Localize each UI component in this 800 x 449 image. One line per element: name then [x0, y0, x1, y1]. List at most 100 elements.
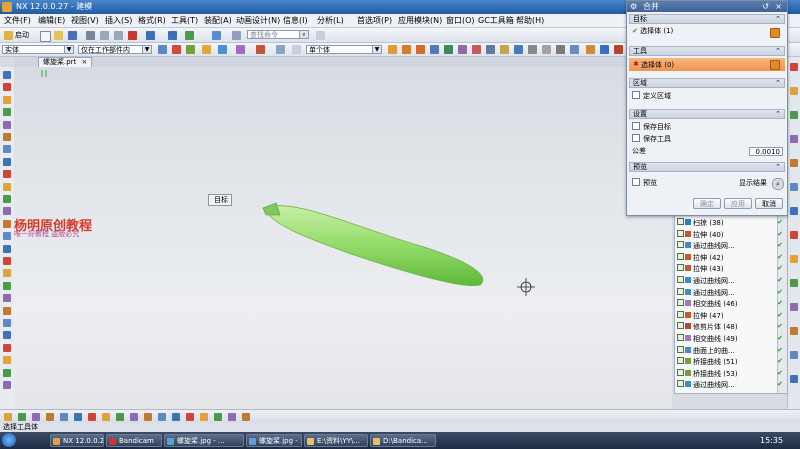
- tangent-icon[interactable]: [556, 45, 565, 54]
- left-tool-icon[interactable]: [3, 157, 11, 166]
- visibility-checkbox[interactable]: [677, 287, 684, 295]
- menu-view[interactable]: 视图(V): [71, 15, 99, 26]
- task-bandicam[interactable]: Bandicam: [106, 434, 162, 447]
- show-result-label[interactable]: 显示结果: [739, 178, 767, 188]
- navigator-tab-icon[interactable]: [790, 135, 798, 143]
- visibility-checkbox[interactable]: [677, 276, 684, 283]
- intersection-icon[interactable]: [444, 45, 453, 54]
- left-tool-icon[interactable]: [3, 120, 11, 129]
- bounded-grid-icon[interactable]: [528, 45, 537, 54]
- task-image-1[interactable]: 螺旋桨.jpg - ...: [164, 434, 244, 447]
- midpoint-icon[interactable]: [416, 45, 425, 54]
- left-tool-icon[interactable]: [3, 281, 11, 290]
- section-target[interactable]: 目标 ⌃: [629, 14, 785, 24]
- quadrant-icon[interactable]: [472, 45, 481, 54]
- target-select-row[interactable]: ✔ 选择体 (1): [632, 26, 673, 36]
- type-filter-select[interactable]: 实体 ▼: [2, 45, 74, 54]
- select-body-icon[interactable]: [770, 28, 780, 38]
- snap-mode-select[interactable]: 单个体 ▼: [306, 45, 382, 54]
- view-tool-icon[interactable]: [32, 413, 40, 421]
- navigator-tab-icon[interactable]: [790, 375, 798, 383]
- menu-info[interactable]: 信息(I): [283, 15, 308, 26]
- copy-icon[interactable]: [100, 31, 109, 40]
- start-orb-icon[interactable]: [2, 433, 16, 447]
- visibility-checkbox[interactable]: [677, 229, 684, 237]
- section-region[interactable]: 区域 ⌃: [629, 78, 785, 88]
- view-tool-icon[interactable]: [4, 413, 12, 421]
- redo-icon[interactable]: [168, 31, 177, 40]
- deselect-icon[interactable]: [172, 45, 181, 54]
- reset-icon[interactable]: [185, 31, 194, 40]
- control-point-icon[interactable]: [430, 45, 439, 54]
- view-tool-icon[interactable]: [18, 413, 26, 421]
- navigator-tab-icon[interactable]: [790, 279, 798, 287]
- tree-item[interactable]: 拉伸 (40) ✔: [677, 229, 783, 239]
- view-tool-icon[interactable]: [130, 413, 138, 421]
- save-icon[interactable]: [68, 31, 77, 40]
- menu-help[interactable]: 帮助(H): [516, 15, 544, 26]
- menu-animation[interactable]: 动画设计(N): [236, 15, 280, 26]
- left-tool-icon[interactable]: [3, 170, 11, 179]
- tree-item[interactable]: 拉伸 (42) ✔: [677, 252, 783, 262]
- pole-icon[interactable]: [542, 45, 551, 54]
- tree-item[interactable]: 扫掠 (38) ✔: [677, 218, 783, 227]
- left-tool-icon[interactable]: [3, 207, 11, 216]
- section-settings[interactable]: 设置 ⌃: [629, 109, 785, 119]
- navigator-tab-icon[interactable]: [790, 231, 798, 239]
- menu-insert[interactable]: 插入(S): [105, 15, 132, 26]
- left-tool-icon[interactable]: [3, 381, 11, 389]
- view-tool-icon[interactable]: [116, 413, 124, 421]
- cancel-button[interactable]: 取消: [755, 198, 783, 209]
- left-tool-icon[interactable]: [3, 257, 11, 265]
- close-icon[interactable]: ×: [775, 1, 782, 12]
- tree-item[interactable]: 桥接曲线 (53) ✔: [677, 368, 783, 378]
- magnifier-icon[interactable]: ⌕: [772, 178, 784, 190]
- visibility-checkbox[interactable]: [677, 299, 684, 307]
- close-tab-icon[interactable]: ×: [82, 58, 88, 66]
- assembly-scope-select[interactable]: 仅在工作部件内 ▼: [78, 45, 152, 54]
- command-finder-input[interactable]: 查找命令 ⌕: [247, 30, 309, 39]
- existing-point-icon[interactable]: [486, 45, 495, 54]
- menu-preferences[interactable]: 首选项(P): [357, 15, 392, 26]
- view-tool-icon[interactable]: [144, 413, 152, 421]
- delete-icon[interactable]: [128, 31, 137, 40]
- tool-select-row[interactable]: ✱ 选择体 (0): [629, 58, 785, 71]
- view-tool-icon[interactable]: [200, 413, 208, 421]
- section-preview[interactable]: 预览 ⌃: [629, 162, 785, 172]
- menu-format[interactable]: 格式(R): [138, 15, 166, 26]
- view-tool-icon[interactable]: [74, 413, 82, 421]
- navigator-tab-icon[interactable]: [790, 63, 798, 71]
- feature-select-icon[interactable]: [186, 45, 195, 54]
- tree-item[interactable]: 拉伸 (47) ✔: [677, 310, 783, 320]
- window-icon[interactable]: [212, 31, 221, 40]
- tree-item[interactable]: 通过曲线网... ✔: [677, 380, 783, 389]
- left-tool-icon[interactable]: [3, 232, 11, 241]
- view-tool-icon[interactable]: [158, 413, 166, 421]
- menu-edit[interactable]: 编辑(E): [38, 15, 65, 26]
- left-tool-icon[interactable]: [3, 294, 11, 303]
- left-tool-icon[interactable]: [3, 71, 11, 79]
- navigator-tab-icon[interactable]: [790, 183, 798, 191]
- tree-item[interactable]: 拉伸 (43) ✔: [677, 264, 783, 273]
- left-tool-icon[interactable]: [3, 182, 11, 191]
- tree-item[interactable]: 曲面上的曲... ✔: [677, 345, 783, 355]
- ok-button[interactable]: 确定: [693, 198, 721, 209]
- touch-mode-icon[interactable]: [232, 31, 241, 40]
- start-button[interactable]: 启动: [15, 30, 29, 40]
- visibility-checkbox[interactable]: [677, 380, 684, 388]
- menu-window[interactable]: 窗口(O): [446, 15, 475, 26]
- left-tool-icon[interactable]: [3, 145, 11, 154]
- paste-icon[interactable]: [114, 31, 123, 40]
- visibility-checkbox[interactable]: [677, 252, 684, 260]
- lasso-icon[interactable]: [256, 45, 265, 54]
- tree-item[interactable]: 桥接曲线 (51) ✔: [677, 357, 783, 366]
- task-nx[interactable]: NX 12.0.0.2...: [50, 434, 104, 447]
- view-tool-icon[interactable]: [242, 413, 250, 421]
- snap-point-icon[interactable]: [388, 45, 397, 54]
- navigator-tab-icon[interactable]: [790, 87, 798, 95]
- navigator-tab-icon[interactable]: [790, 303, 798, 311]
- body-filter-icon[interactable]: [292, 45, 301, 54]
- left-tool-icon[interactable]: [3, 319, 11, 327]
- section-tool[interactable]: 工具 ⌃: [629, 46, 785, 56]
- undo-icon[interactable]: [146, 31, 155, 40]
